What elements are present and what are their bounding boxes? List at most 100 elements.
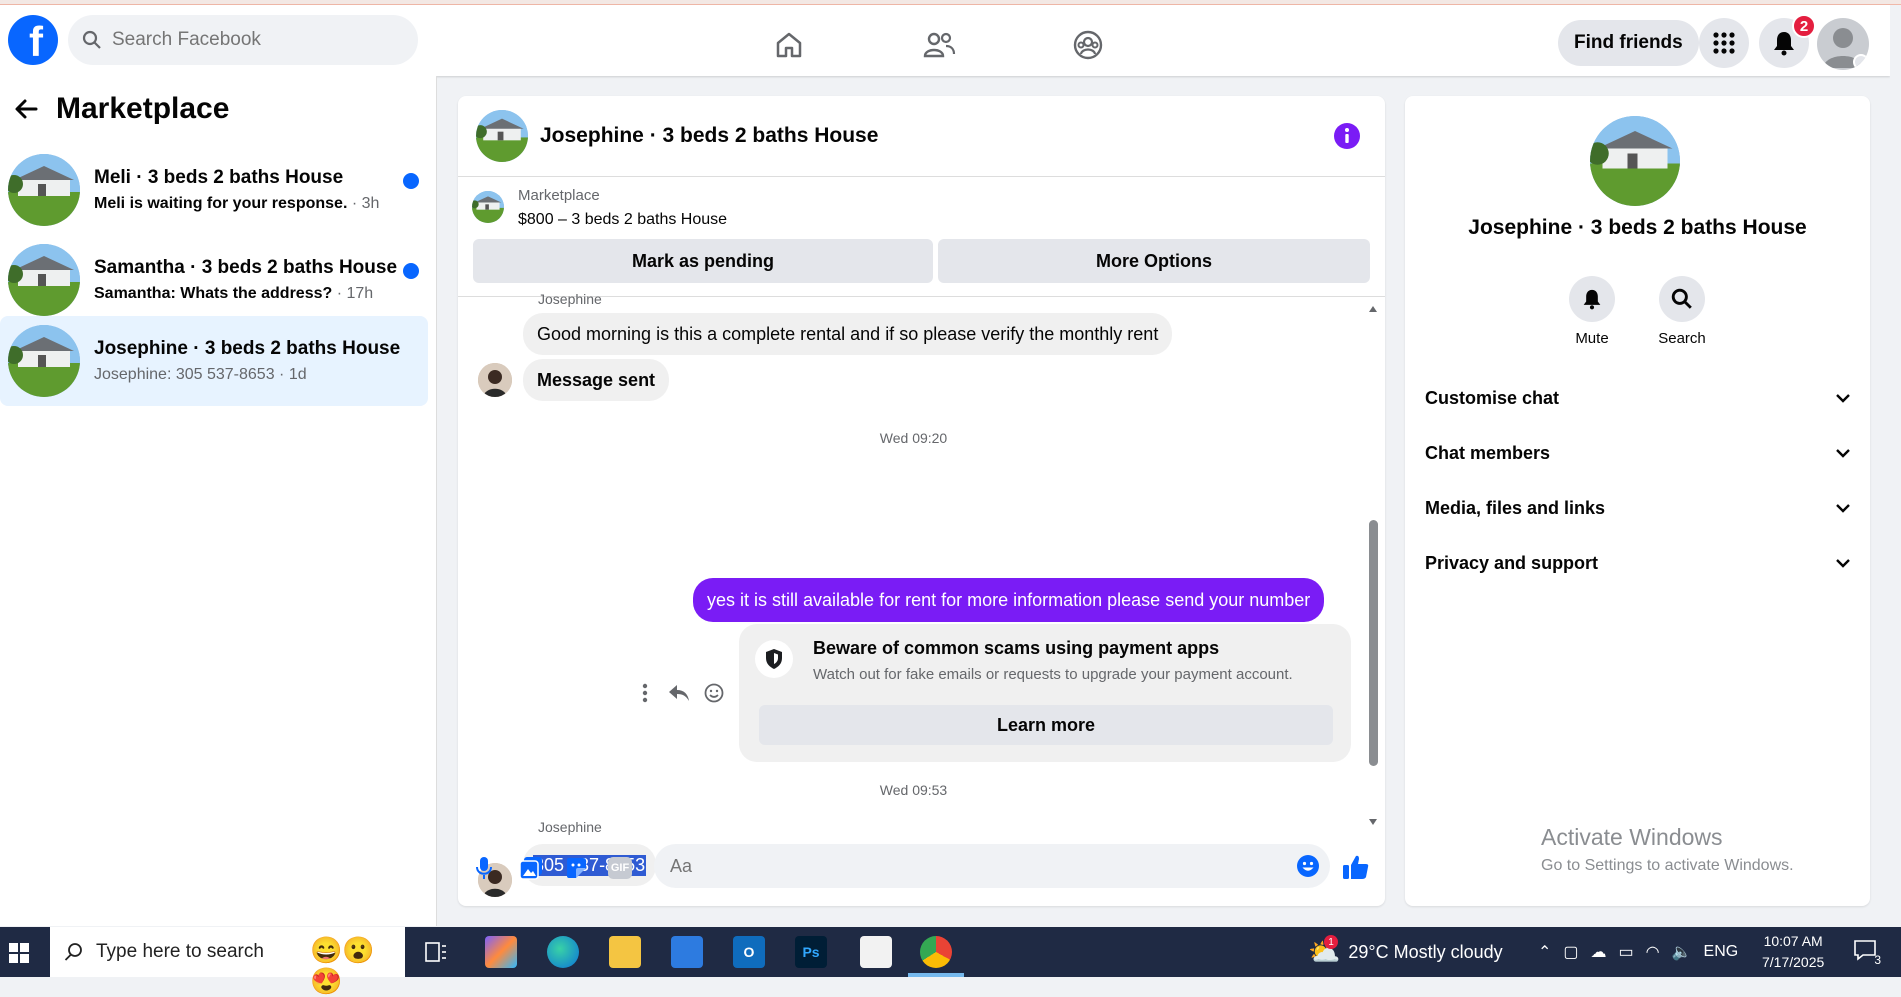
back-arrow-icon[interactable] [14,98,38,120]
media-files-links-section[interactable]: Media, files and links [1425,488,1851,528]
search-in-conversation-button[interactable]: Search [1642,276,1722,347]
document-app-icon[interactable] [860,936,892,968]
conversation-item[interactable]: Meli · 3 beds 2 baths House Meli is wait… [0,145,428,235]
conversation-item[interactable]: Samantha · 3 beds 2 baths House Samantha… [0,235,428,325]
house-thumbnail-large[interactable] [1590,116,1680,206]
battery-icon[interactable]: ▭ [1619,942,1634,962]
conversation-item-active[interactable]: Josephine · 3 beds 2 baths House Josephi… [0,316,428,406]
menu-button[interactable] [1699,18,1749,68]
groups-nav-button[interactable] [1060,20,1116,70]
search-input[interactable] [112,29,392,51]
sidebar-title: Marketplace [56,92,230,125]
taskbar-search-placeholder: Type here to search [96,941,264,962]
info-icon[interactable] [1333,122,1361,150]
meet-now-icon[interactable]: ▢ [1563,942,1578,962]
message-composer: GIF [458,836,1385,906]
photoshop-app-icon[interactable]: Ps [795,936,827,968]
notification-center-icon[interactable]: 3 [1853,939,1881,967]
friends-icon [923,32,956,58]
message-sender-name: Josephine [538,819,602,835]
weather-text: 29°C Mostly cloudy [1348,941,1503,962]
scroll-up-arrow-icon[interactable] [1368,305,1378,313]
page-scrollbar[interactable] [1890,5,1901,927]
more-options-button[interactable]: More Options [938,239,1370,283]
find-friends-button[interactable]: Find friends [1558,20,1699,66]
task-view-icon[interactable] [425,942,447,962]
message-bubble[interactable]: Good morning is this a complete rental a… [523,313,1173,355]
chat-title[interactable]: Josephine · 3 beds 2 baths House [540,124,878,148]
file-explorer-icon[interactable] [609,936,641,968]
unread-dot [403,173,419,189]
photo-icon[interactable] [519,856,543,880]
house-thumbnail[interactable] [476,110,528,162]
search-facebook[interactable] [68,15,418,65]
mark-as-pending-button[interactable]: Mark as pending [473,239,933,283]
weather-badge: 1 [1324,935,1338,949]
sticker-icon[interactable] [564,856,588,880]
scam-warning-card: Beware of common scams using payment app… [739,624,1351,762]
unread-dot [403,263,419,279]
message-list: Josephine Good morning is this a complet… [458,291,1385,897]
reply-icon[interactable] [666,680,692,706]
copilot-app-icon[interactable] [485,936,517,968]
top-navigation-bar: f Find friends 2 [0,5,1890,76]
bell-icon [1774,32,1794,56]
conversation-time: · 1d [274,366,307,383]
chat-window: Josephine · 3 beds 2 baths House Marketp… [458,96,1385,906]
home-icon [776,32,802,58]
timestamp-separator: Wed 09:20 [879,430,948,446]
gif-icon[interactable]: GIF [608,857,632,879]
scroll-down-arrow-icon[interactable] [1368,818,1378,826]
customise-chat-section[interactable]: Customise chat [1425,378,1851,418]
chevron-up-icon[interactable]: ⌃ [1538,942,1551,962]
chrome-browser-icon[interactable] [920,936,952,968]
taskbar-search-box[interactable]: Type here to search 😄😮😍 [50,927,405,996]
windows-start-icon[interactable] [9,943,29,963]
facebook-logo[interactable]: f [8,15,58,65]
mute-label: Mute [1575,330,1609,347]
conversation-preview: Josephine: 305 537-8653 [94,366,275,383]
friends-nav-button[interactable] [911,20,967,70]
language-indicator[interactable]: ENG [1704,943,1739,961]
groups-icon [1073,30,1103,60]
emoji-icon[interactable] [1296,854,1320,878]
mute-button[interactable]: Mute [1552,276,1632,347]
weather-widget[interactable]: ⛅ 1 29°C Mostly cloudy [1308,927,1503,977]
like-thumbs-up-icon[interactable] [1342,853,1370,881]
chat-members-section[interactable]: Chat members [1425,433,1851,473]
account-avatar[interactable] [1817,18,1869,70]
clock[interactable]: 10:07 AM 7/17/2025 [1762,931,1824,973]
wifi-icon[interactable]: ◠ [1646,942,1660,962]
details-title: Josephine · 3 beds 2 baths House [1468,216,1807,239]
sent-message-bubble[interactable]: yes it is still available for rent for m… [693,578,1325,622]
bell-icon [1583,289,1601,310]
react-emoji-icon[interactable] [701,680,727,706]
microphone-icon[interactable] [476,856,492,880]
volume-icon[interactable]: 🔈 [1672,942,1692,962]
windows-taskbar: Type here to search 😄😮😍 O Ps ⛅ 1 29°C Mo… [0,927,1901,996]
scam-warning-text: Watch out for fake emails or requests to… [813,666,1293,683]
conversation-preview: Samantha: Whats the address? [94,285,333,302]
emoji-decoration-icon: 😄😮😍 [310,935,375,996]
onedrive-icon[interactable]: ☁ [1591,942,1607,962]
conversation-time: · 3h [347,195,380,212]
message-bubble[interactable]: Message sent [523,359,670,401]
message-input-box[interactable] [654,844,1330,888]
scrollbar-thumb[interactable] [1369,520,1378,766]
home-nav-button[interactable] [761,20,817,70]
more-actions-icon[interactable] [632,680,658,706]
search-icon [64,943,82,961]
privacy-support-section[interactable]: Privacy and support [1425,543,1851,583]
search-label: Search [1658,330,1706,347]
conversation-title: Samantha · 3 beds 2 baths House [94,257,398,278]
listing-banner: Marketplace $800 – 3 beds 2 baths House … [458,177,1385,297]
edge-browser-icon[interactable] [547,936,579,968]
outlook-app-icon[interactable]: O [733,936,765,968]
message-input[interactable] [670,855,1250,877]
store-app-icon[interactable] [671,936,703,968]
learn-more-button[interactable]: Learn more [759,705,1333,745]
chevron-down-icon [1836,394,1850,403]
josephine-avatar[interactable] [478,363,512,397]
listing-price[interactable]: $800 – 3 beds 2 baths House [518,211,727,229]
message-scrollbar[interactable] [1366,305,1378,825]
